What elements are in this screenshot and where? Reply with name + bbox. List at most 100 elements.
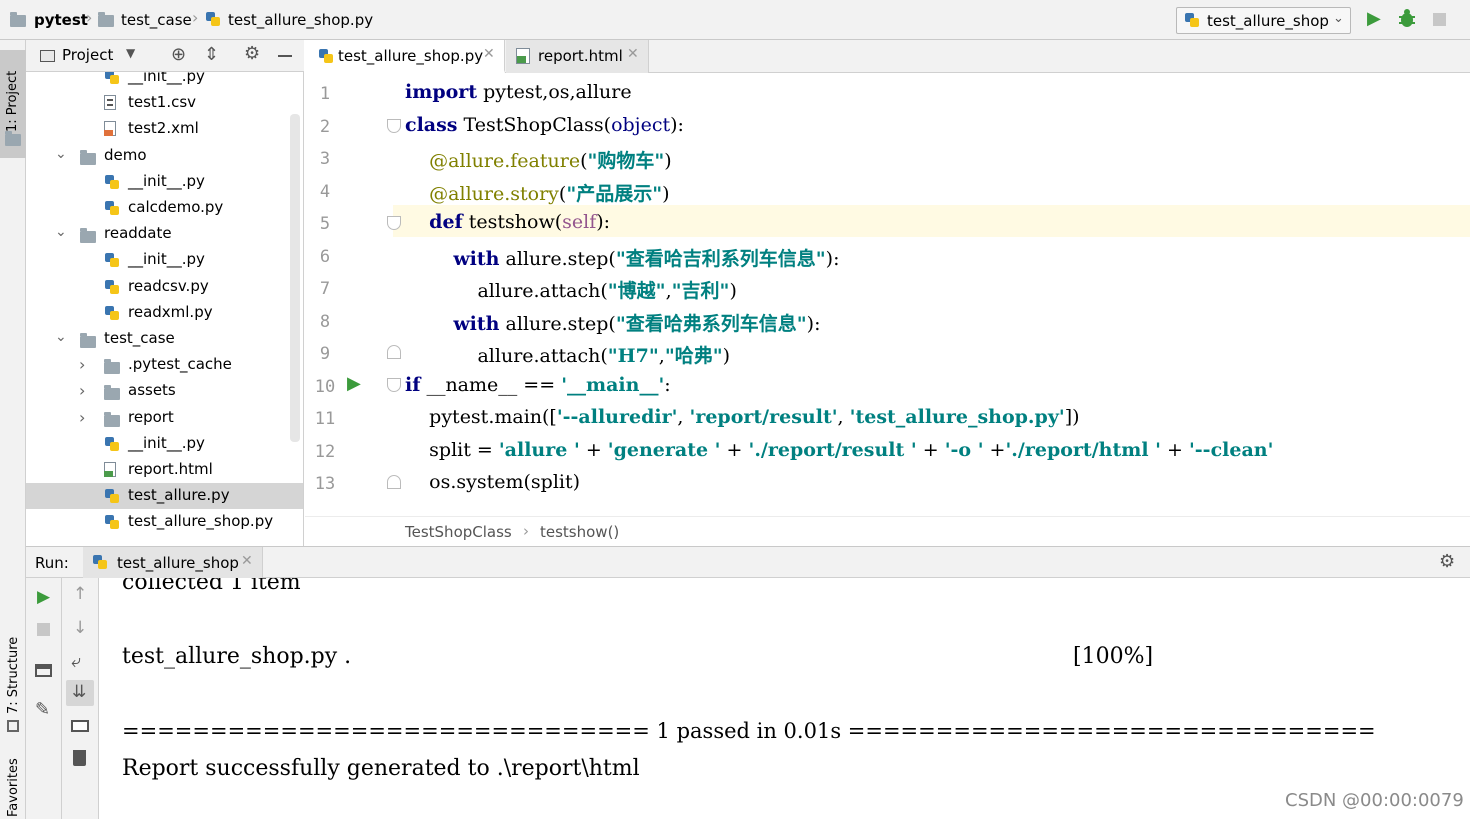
project-tool-label: 1: Project xyxy=(5,70,20,132)
tree-item[interactable]: test_allure.py xyxy=(26,483,303,509)
tree-item[interactable]: ⌄ demo xyxy=(26,143,303,169)
tree-item[interactable]: test1.csv xyxy=(26,90,303,116)
breadcrumb-method[interactable]: testshow() xyxy=(540,523,619,541)
tree-item[interactable]: __init__.py xyxy=(26,247,303,273)
chevron-right-icon: › xyxy=(523,522,529,540)
chevron-down-icon[interactable]: ⌄ xyxy=(55,329,67,345)
folder-icon xyxy=(104,412,120,431)
code-line-13: os.system(split) xyxy=(405,471,581,493)
breadcrumb-file[interactable]: test_allure_shop.py xyxy=(228,11,373,29)
scroll-to-end-button[interactable]: ⇊ xyxy=(66,680,94,706)
tree-item[interactable]: › assets xyxy=(26,378,303,404)
caret-down-icon[interactable]: ▼ xyxy=(126,46,135,60)
line-gutter: 1 2 3 4 5 6 7 8 9 10 11 12 13 xyxy=(305,73,393,516)
tree-item[interactable]: __init__.py xyxy=(26,431,303,457)
soft-wrap-icon[interactable]: ⤶ xyxy=(71,651,81,672)
scroll-to-end-icon: ⇊ xyxy=(72,682,87,702)
project-view-select[interactable]: Project xyxy=(62,46,113,64)
folder-icon xyxy=(80,228,96,247)
arrow-up-icon[interactable]: ↑ xyxy=(73,584,87,604)
editor-tab-bar: test_allure_shop.py ✕ report.html ✕ xyxy=(305,40,1470,73)
tree-item[interactable]: __init__.py xyxy=(26,72,303,90)
run-tab-label: test_allure_shop xyxy=(117,554,239,572)
chevron-down-icon[interactable]: ⌄ xyxy=(55,146,67,162)
line-number: 4 xyxy=(319,181,331,202)
run-gutter-icon[interactable]: ▶ xyxy=(347,373,361,394)
run-icon[interactable]: ▶ xyxy=(1367,8,1381,29)
tree-item[interactable]: test_allure_shop.py xyxy=(26,509,303,535)
code-line-2: class TestShopClass(object): xyxy=(405,114,684,136)
console-line: collected 1 item xyxy=(122,578,301,595)
tree-item[interactable]: ⌄ readdate xyxy=(26,221,303,247)
folder-icon xyxy=(80,150,96,169)
tree-item[interactable]: test2.xml xyxy=(26,116,303,142)
close-icon[interactable]: ✕ xyxy=(483,46,495,62)
run-panel-header: Run: test_allure_shop ✕ ⚙ xyxy=(26,546,1470,578)
tree-item[interactable]: readcsv.py xyxy=(26,274,303,300)
run-configuration-select[interactable]: test_allure_shop ⌄ xyxy=(1176,7,1351,34)
tree-item[interactable]: readxml.py xyxy=(26,300,303,326)
project-tool-button[interactable]: 1: Project xyxy=(0,50,26,158)
tab-test-allure-shop[interactable]: test_allure_shop.py ✕ xyxy=(305,40,505,73)
structure-tool-button[interactable]: 7: Structure xyxy=(0,632,26,742)
tree-item-label: assets xyxy=(128,381,176,399)
tab-label: report.html xyxy=(538,47,623,65)
code-editor[interactable]: 1 2 3 4 5 6 7 8 9 10 11 12 13 ▶ import pytest,os,all… xyxy=(305,73,1470,516)
tree-item-label: report xyxy=(128,408,174,426)
tree-item[interactable]: __init__.py xyxy=(26,169,303,195)
line-number: 8 xyxy=(319,311,331,332)
fold-icon[interactable] xyxy=(387,216,401,230)
watermark: CSDN @00:00:0079 xyxy=(1285,790,1464,811)
tree-item[interactable]: ⌄ test_case xyxy=(26,326,303,352)
line-number: 6 xyxy=(319,246,331,267)
debug-icon[interactable] xyxy=(1398,8,1416,28)
pin-icon[interactable]: ✎ xyxy=(35,699,50,720)
run-tab[interactable]: test_allure_shop ✕ xyxy=(83,547,263,578)
tree-item[interactable]: › .pytest_cache xyxy=(26,352,303,378)
fold-end-icon[interactable] xyxy=(387,475,401,489)
rerun-icon[interactable]: ▶ xyxy=(37,587,50,607)
console-line: Report successfully generated to .\repor… xyxy=(122,756,640,781)
tree-item[interactable]: › report xyxy=(26,405,303,431)
layout-icon[interactable] xyxy=(35,664,52,677)
favorites-tool-button[interactable]: Favorites xyxy=(0,758,26,819)
close-icon[interactable]: ✕ xyxy=(241,553,253,569)
breadcrumb-project[interactable]: pytest xyxy=(34,11,88,29)
tree-scrollbar[interactable] xyxy=(290,114,300,442)
trash-icon[interactable] xyxy=(73,750,86,766)
hide-icon[interactable] xyxy=(278,55,292,57)
project-view-icon xyxy=(40,50,55,62)
chevron-right-icon[interactable]: › xyxy=(79,408,85,427)
fold-icon[interactable] xyxy=(387,378,401,392)
code-line-8: with allure.step("查看哈弗系列车信息"): xyxy=(453,313,821,335)
tree-item-label: demo xyxy=(104,146,147,164)
gear-icon[interactable]: ⚙ xyxy=(244,43,260,64)
line-number: 5 xyxy=(319,214,331,234)
chevron-down-icon[interactable]: ⌄ xyxy=(55,224,67,240)
code-line-12: split = 'allure ' + 'generate ' + './rep… xyxy=(405,439,1274,461)
html-file-icon xyxy=(104,462,116,481)
chevron-right-icon[interactable]: › xyxy=(79,381,85,400)
tree-item[interactable]: calcdemo.py xyxy=(26,195,303,221)
print-icon[interactable] xyxy=(71,720,89,732)
run-console[interactable]: collected 1 item test_allure_shop.py . [… xyxy=(99,578,1470,819)
tree-item[interactable]: report.html xyxy=(26,457,303,483)
run-configuration-label: test_allure_shop xyxy=(1207,12,1329,30)
fold-icon[interactable] xyxy=(387,119,401,133)
tree-item-label: test1.csv xyxy=(128,93,197,111)
gear-icon[interactable]: ⚙ xyxy=(1439,551,1455,572)
line-number: 9 xyxy=(319,344,331,364)
chevron-right-icon[interactable]: › xyxy=(79,355,85,374)
close-icon[interactable]: ✕ xyxy=(627,46,639,62)
breadcrumb-class[interactable]: TestShopClass xyxy=(405,523,512,541)
tab-report-html[interactable]: report.html ✕ xyxy=(506,40,649,73)
code-line-3: @allure.feature("购物车") xyxy=(429,150,672,172)
stop-icon[interactable] xyxy=(1433,13,1446,26)
fold-end-icon[interactable] xyxy=(387,345,401,359)
python-icon xyxy=(92,554,108,574)
locate-icon[interactable]: ⊕ xyxy=(171,44,186,65)
stop-icon[interactable] xyxy=(37,623,50,636)
arrow-down-icon[interactable]: ↓ xyxy=(73,618,87,638)
collapse-all-icon[interactable]: ⇕ xyxy=(204,44,219,65)
breadcrumb-folder[interactable]: test_case xyxy=(121,11,192,29)
